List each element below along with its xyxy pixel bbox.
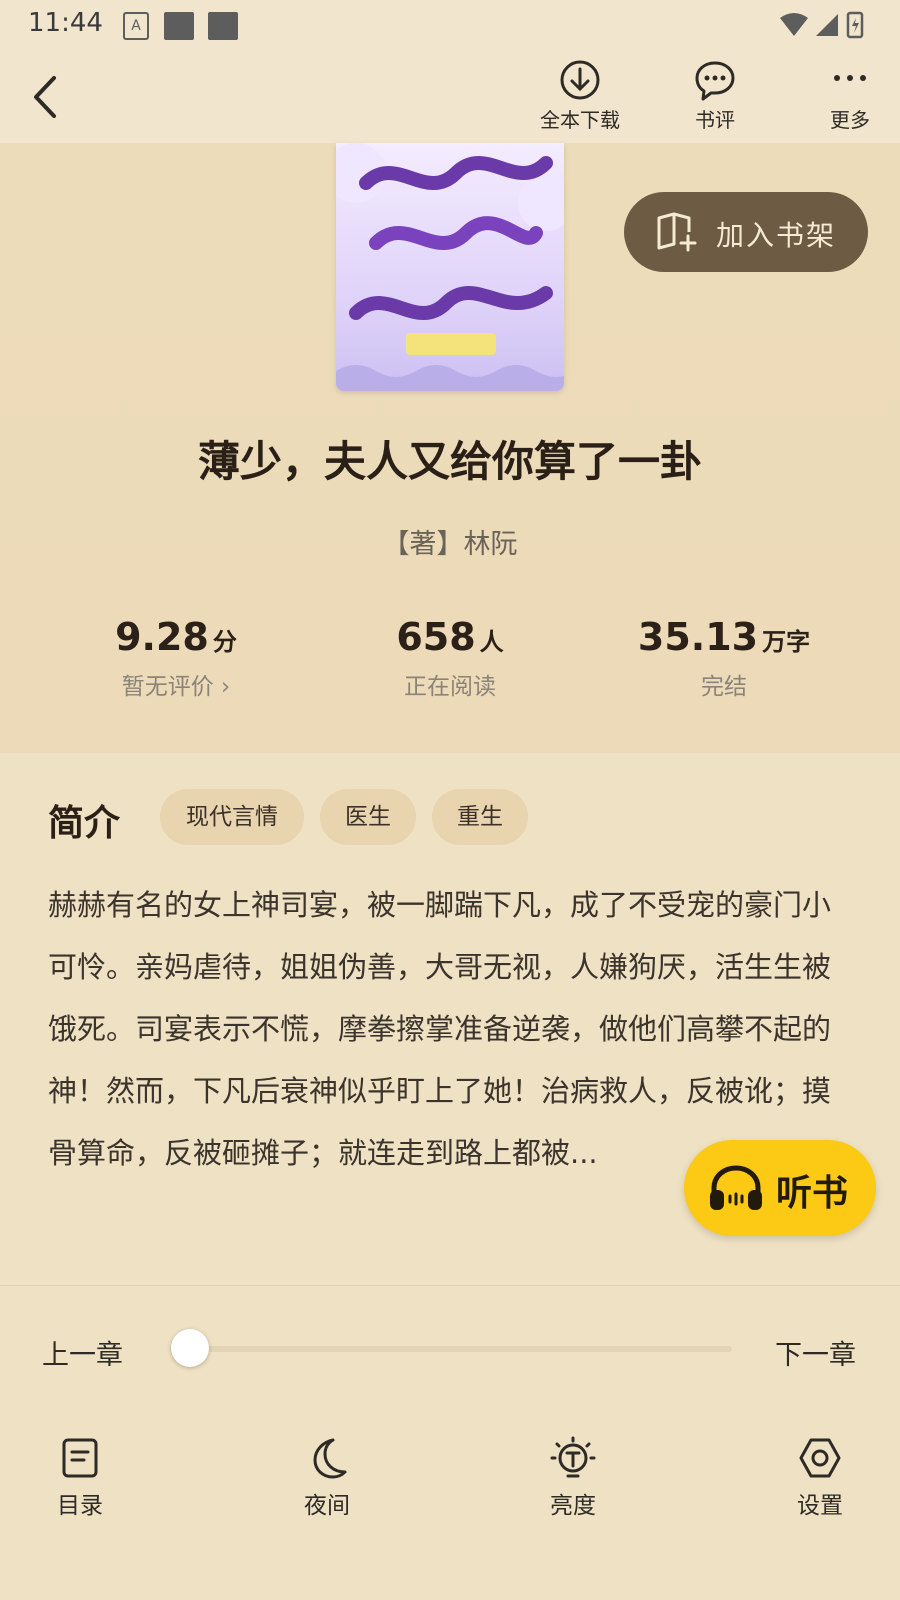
chapter-progress-thumb[interactable]: [171, 1329, 209, 1367]
readers-stat: 658 人 正在阅读: [320, 615, 580, 701]
settings-label: 设置: [797, 1493, 843, 1519]
words-value: 35.13: [637, 615, 759, 659]
readers-sub: 正在阅读: [404, 674, 496, 700]
rating-sub: 暂无评价: [121, 674, 214, 700]
night-label: 夜间: [304, 1493, 350, 1519]
divider: [0, 1285, 900, 1286]
words-stat: 35.13 万字 完结: [594, 615, 854, 701]
download-icon: [560, 60, 600, 100]
words-unit: 万字: [762, 628, 811, 656]
brightness-button[interactable]: 亮度: [513, 1436, 633, 1520]
chevron-right-icon: ›: [213, 674, 231, 700]
settings-button[interactable]: 设置: [760, 1436, 880, 1520]
notification-icon: [208, 12, 238, 40]
tag-item[interactable]: 重生: [432, 789, 528, 845]
download-label: 全本下载: [540, 108, 620, 132]
prev-chapter-button[interactable]: 上一章: [42, 1333, 123, 1372]
brightness-label: 亮度: [550, 1493, 596, 1519]
rating-stat[interactable]: 9.28 分 暂无评价 ›: [46, 615, 306, 701]
headphones-icon: [710, 1165, 762, 1210]
add-to-shelf-button[interactable]: 加入书架: [624, 192, 868, 272]
top-toolbar: [0, 50, 900, 143]
add-bookshelf-icon: [657, 212, 697, 252]
settings-icon: [799, 1438, 841, 1478]
download-all-button[interactable]: 全本下载: [530, 58, 630, 133]
chapter-progress-track[interactable]: [170, 1346, 732, 1352]
signal-icon: [816, 14, 838, 36]
wifi-icon: [780, 13, 808, 36]
more-icon: [834, 75, 866, 81]
cover-art-image: [336, 143, 564, 391]
rating-value: 9.28: [115, 615, 209, 659]
intro-text[interactable]: 赫赫有名的女上神司宴，被一脚踹下凡，成了不受宠的豪门小可怜。亲妈虐待，姐姐伪善，…: [48, 874, 838, 1184]
comment-icon: [695, 61, 735, 101]
readers-unit: 人: [479, 628, 504, 656]
intro-heading: 简介: [48, 803, 121, 844]
rating-unit: 分: [212, 628, 237, 656]
words-sub: 完结: [701, 674, 747, 700]
more-button[interactable]: 更多: [800, 58, 900, 133]
status-time: 11:44: [28, 8, 103, 38]
back-icon[interactable]: [30, 74, 62, 120]
moon-icon: [313, 1438, 347, 1479]
notification-icon: [164, 12, 194, 40]
tag-item[interactable]: 医生: [320, 789, 416, 845]
review-button[interactable]: 书评: [665, 58, 765, 133]
keyboard-notification-icon: A: [123, 12, 149, 40]
readers-value: 658: [396, 615, 476, 659]
listen-button[interactable]: 听书: [684, 1140, 876, 1236]
book-title: 薄少，夫人又给你算了一卦: [197, 437, 702, 486]
review-label: 书评: [695, 108, 735, 132]
catalog-button[interactable]: 目录: [20, 1436, 140, 1520]
add-to-shelf-label: 加入书架: [716, 219, 837, 252]
catalog-icon: [62, 1438, 98, 1478]
listen-label: 听书: [776, 1173, 849, 1214]
night-mode-button[interactable]: 夜间: [267, 1436, 387, 1520]
tag-item[interactable]: 现代言情: [160, 789, 304, 845]
more-label: 更多: [830, 108, 870, 132]
catalog-label: 目录: [57, 1493, 103, 1519]
book-author[interactable]: 【著】林阮: [0, 522, 900, 561]
next-chapter-button[interactable]: 下一章: [775, 1333, 856, 1372]
book-cover[interactable]: [336, 143, 564, 391]
status-icons: [780, 11, 864, 39]
brightness-icon: [550, 1436, 596, 1478]
